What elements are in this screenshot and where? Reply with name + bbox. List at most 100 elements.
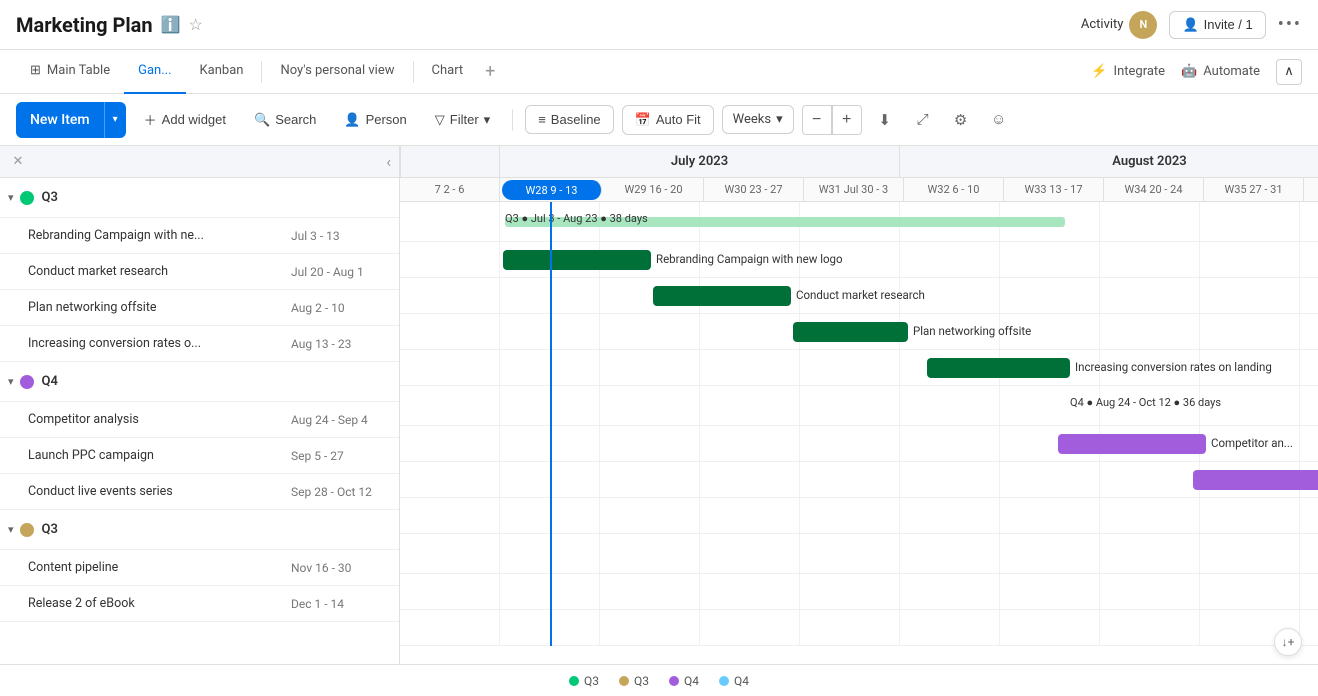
emoji-button[interactable]: ☺ — [984, 105, 1014, 135]
weeks-selector[interactable]: Weeks ▾ — [722, 105, 794, 134]
week-0: 7 2 - 6 — [400, 178, 500, 201]
person-label: Person — [366, 112, 407, 127]
baseline-button[interactable]: ≡ Baseline — [525, 105, 613, 134]
week-3: W30 23 - 27 — [704, 178, 804, 201]
tab-kanban[interactable]: Kanban — [186, 50, 258, 94]
search-icon: 🔍 — [254, 112, 270, 128]
person-button[interactable]: 👤 Person — [334, 106, 416, 134]
automate-label: Automate — [1203, 64, 1260, 79]
group-row-q3-green[interactable]: ▾ Q3 — [0, 178, 399, 218]
new-item-dropdown-arrow[interactable]: ▾ — [105, 102, 126, 138]
item-date: Aug 13 - 23 — [291, 337, 391, 351]
item-date: Sep 28 - Oct 12 — [291, 485, 391, 499]
item-name: Release 2 of eBook — [28, 596, 291, 611]
left-collapse-icon[interactable]: ✕ — [8, 154, 28, 169]
gantt-cell — [1100, 574, 1200, 609]
item-date: Aug 2 - 10 — [291, 301, 391, 315]
integrate-label: Integrate — [1114, 64, 1166, 79]
collapse-button[interactable]: ∧ — [1276, 59, 1302, 85]
gantt-cell — [1200, 242, 1300, 277]
toolbar-separator — [512, 109, 513, 131]
week-2: W29 16 - 20 — [604, 178, 704, 201]
bar-label-networking: Plan networking offsite — [913, 324, 1031, 338]
integrate-button[interactable]: ⚡ Integrate — [1091, 64, 1165, 79]
gantt-cell — [1200, 278, 1300, 313]
left-nav-icon[interactable]: ‹ — [386, 152, 391, 171]
gantt-cell — [1300, 350, 1318, 385]
week-4: W31 Jul 30 - 3 — [804, 178, 904, 201]
item-date: Jul 3 - 13 — [291, 229, 391, 243]
group-row-q4-purple[interactable]: ▾ Q4 — [0, 362, 399, 402]
gantt-cell — [900, 462, 1000, 497]
group-label: Q3 — [42, 522, 58, 537]
item-name: Launch PPC campaign — [28, 448, 291, 463]
zoom-in-button[interactable]: + — [832, 105, 862, 135]
item-name: Increasing conversion rates o... — [28, 336, 291, 351]
auto-fit-button[interactable]: 📅 Auto Fit — [622, 105, 714, 135]
person-filter-icon: 👤 — [344, 112, 360, 128]
gantt-cell — [800, 574, 900, 609]
baseline-icon: ≡ — [538, 112, 546, 127]
more-button[interactable]: ••• — [1278, 14, 1302, 35]
filter-button[interactable]: ▽ Filter ▾ — [425, 106, 500, 134]
legend-item-q4-purple: Q4 — [669, 674, 699, 688]
gantt-cell — [1300, 610, 1318, 645]
list-item: Competitor analysis Aug 24 - Sep 4 — [0, 402, 399, 438]
gantt-month-header: July 2023 August 2023 Se — [400, 146, 1318, 178]
gantt-cell — [1200, 498, 1300, 533]
star-icon[interactable]: ☆ — [189, 15, 203, 34]
activity-button[interactable]: Activity N — [1081, 11, 1158, 39]
gantt-cell — [900, 574, 1000, 609]
gantt-cell — [600, 610, 700, 645]
zoom-out-button[interactable]: − — [802, 105, 832, 135]
legend-item-q4-blue: Q4 — [719, 674, 749, 688]
tab-gantt[interactable]: Gan... — [124, 50, 185, 94]
tab-chart[interactable]: Chart — [418, 50, 478, 94]
weeks-label: Weeks — [733, 112, 771, 127]
gantt-cell — [1100, 462, 1200, 497]
gantt-cell — [600, 350, 700, 385]
gantt-cell — [400, 350, 500, 385]
gantt-cell — [600, 314, 700, 349]
tab-main-table[interactable]: ⊞ Main Table — [16, 50, 124, 94]
gantt-cell — [800, 534, 900, 573]
gantt-right-panel[interactable]: July 2023 August 2023 Se 7 2 - 6 W28 9 -… — [400, 146, 1318, 664]
group-dot — [20, 523, 34, 537]
add-tab-button[interactable]: + — [477, 61, 503, 82]
new-item-button[interactable]: New Item ▾ — [16, 102, 126, 138]
settings-button[interactable]: ⚙ — [946, 105, 976, 135]
header-right: Activity N 👤 Invite / 1 ••• — [1081, 11, 1302, 39]
gantt-legend: Q3 Q3 Q4 Q4 — [0, 664, 1318, 696]
fit-screen-button[interactable]: ⤢ — [908, 105, 938, 135]
today-line — [550, 202, 552, 646]
invite-button[interactable]: 👤 Invite / 1 — [1169, 11, 1265, 39]
table-icon: ⊞ — [30, 63, 41, 78]
tabs-right: ⚡ Integrate 🤖 Automate ∧ — [1091, 59, 1302, 85]
item-name: Conduct market research — [28, 264, 291, 279]
bar-networking — [793, 322, 908, 342]
item-name: Plan networking offsite — [28, 300, 291, 315]
gantt-cell — [700, 462, 800, 497]
gantt-item-row-networking: Plan networking offsite — [400, 314, 1318, 350]
gantt-cell — [700, 350, 800, 385]
new-item-label[interactable]: New Item — [16, 102, 105, 138]
tab-personal-view[interactable]: Noy's personal view — [266, 50, 408, 94]
group-row-q3-yellow[interactable]: ▾ Q3 — [0, 510, 399, 550]
gantt-cell — [1300, 386, 1318, 425]
add-widget-button[interactable]: ＋ Add widget — [134, 104, 236, 135]
search-button[interactable]: 🔍 Search — [244, 106, 326, 134]
gantt-item-row-ppc — [400, 462, 1318, 498]
gantt-cell — [1100, 278, 1200, 313]
chevron-icon: ▾ — [8, 191, 14, 204]
gantt-cell — [1300, 242, 1318, 277]
add-widget-label: Add widget — [162, 112, 226, 127]
filter-icon: ▽ — [435, 112, 445, 128]
gantt-cell — [1100, 314, 1200, 349]
automate-button[interactable]: 🤖 Automate — [1181, 64, 1260, 79]
legend-dot — [719, 676, 729, 686]
info-icon[interactable]: ℹ️ — [161, 15, 181, 34]
scroll-to-bottom-button[interactable]: ↓+ — [1274, 628, 1302, 656]
export-button[interactable]: ⬇ — [870, 105, 900, 135]
avatar: N — [1129, 11, 1157, 39]
legend-dot — [669, 676, 679, 686]
